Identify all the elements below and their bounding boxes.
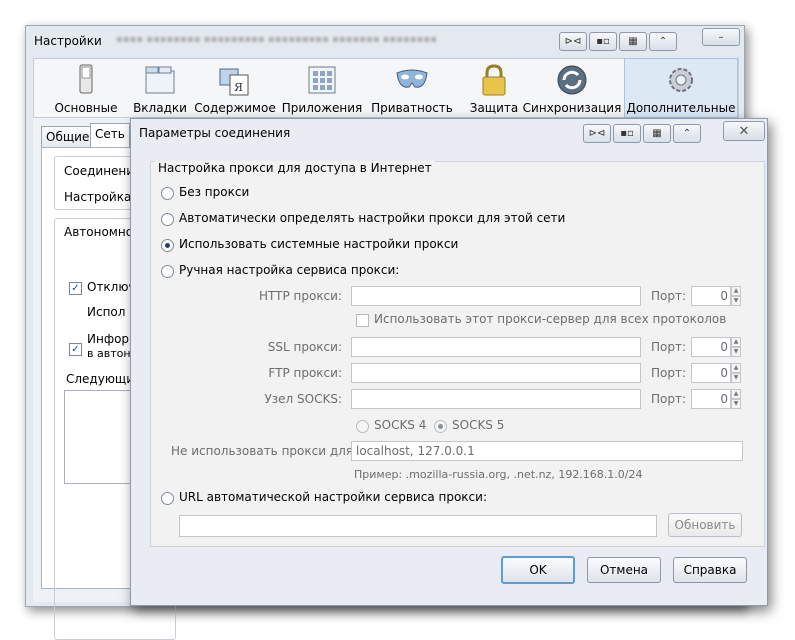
svg-text:Я: Я	[234, 81, 243, 94]
http-proxy-label: HTTP прокси:	[258, 289, 342, 303]
all-protocols-checkbox[interactable]	[356, 314, 369, 327]
color-icon[interactable]: ▦	[643, 124, 671, 143]
toolbar-item-general[interactable]: Основные	[46, 59, 126, 117]
pin-icon[interactable]: ⊳⊲	[559, 32, 587, 51]
dialog-title: Параметры соединения	[139, 126, 291, 140]
socks-port-input[interactable]: 0	[691, 389, 731, 409]
system-proxy-label[interactable]: Использовать системные настройки прокси	[179, 237, 458, 251]
ftp-port-stepper[interactable]: ▲ ▼	[731, 363, 741, 383]
toolbar-item-tabs[interactable]: Вкладки	[128, 59, 192, 117]
manual-proxy-label[interactable]: Ручная настройка сервиса прокси:	[179, 263, 399, 277]
collapse-icon[interactable]: ⌃	[649, 32, 677, 51]
system-proxy-radio[interactable]	[161, 239, 174, 252]
tab-network[interactable]: Сеть	[90, 123, 130, 148]
preferences-toolbar: Основные Вкладки Я Содержимое Приложения	[33, 58, 739, 118]
socks4-radio[interactable]	[356, 420, 369, 433]
toolbar-label: Вкладки	[133, 101, 187, 115]
dialog-panel: Настройка прокси для доступа в Интернет …	[150, 161, 765, 547]
toolbar-label: Приватность	[371, 101, 453, 115]
ssl-port-label: Порт:	[651, 340, 687, 354]
radio-selected-dot	[438, 424, 443, 429]
toolbar-item-sync[interactable]: Синхронизация	[522, 59, 622, 117]
socks-port-stepper[interactable]: ▲ ▼	[731, 389, 741, 409]
tabs-icon	[143, 63, 177, 97]
http-port-label: Порт:	[651, 289, 687, 303]
socks4-label: SOCKS 4	[374, 418, 427, 432]
toolbar-label: Приложения	[281, 101, 363, 115]
radio-selected-dot	[165, 243, 170, 248]
mask-icon	[395, 63, 429, 97]
auto-detect-label[interactable]: Автоматически определять настройки прокс…	[179, 211, 565, 225]
no-proxy-radio[interactable]	[161, 187, 174, 200]
socks-host-input[interactable]	[351, 389, 641, 409]
manual-proxy-radio[interactable]	[161, 265, 174, 278]
padlock-icon	[477, 63, 511, 97]
close-icon[interactable]: –	[702, 28, 740, 46]
toolbar-item-applications[interactable]: Приложения	[282, 59, 362, 117]
toolbar-label: Содержимое	[194, 101, 276, 115]
toolbar-label: Синхронизация	[522, 101, 622, 115]
applications-icon	[305, 63, 339, 97]
toolbar-item-content[interactable]: Я Содержимое	[194, 59, 276, 117]
dialog-close-icon[interactable]: ✕	[723, 121, 765, 141]
window-layout-icon[interactable]: ▪▫	[589, 32, 617, 51]
auto-url-radio[interactable]	[161, 492, 174, 505]
socks-port-label: Порт:	[651, 392, 687, 406]
dialog-caption-buttons: ⊳⊲ ▪▫ ▦ ⌃	[583, 124, 701, 143]
ok-button[interactable]: OK	[501, 556, 575, 584]
proxy-settings-group: Настройка прокси для доступа в Интернет …	[151, 161, 746, 542]
window-title: Настройки	[34, 34, 102, 48]
no-proxy-label[interactable]: Без прокси	[179, 185, 249, 199]
group-title: Настройка прокси для доступа в Интернет	[155, 161, 435, 175]
http-port-input[interactable]: 0	[691, 286, 731, 306]
inform-checkbox[interactable]: ✓	[69, 343, 82, 356]
ftp-port-label: Порт:	[651, 366, 687, 380]
http-proxy-input[interactable]	[351, 286, 641, 306]
ssl-port-input[interactable]: 0	[691, 337, 731, 357]
auto-url-label[interactable]: URL автоматической настройки сервиса про…	[179, 490, 487, 504]
ssl-port-stepper[interactable]: ▲ ▼	[731, 337, 741, 357]
socks-host-label: Узел SOCKS:	[264, 392, 342, 406]
ssl-proxy-label: SSL прокси:	[267, 340, 342, 354]
sync-icon	[555, 63, 589, 97]
socks5-label: SOCKS 5	[452, 418, 505, 432]
cancel-button[interactable]: Отмена	[587, 557, 661, 583]
example-text: Пример: .mozilla-russia.org, .net.nz, 19…	[354, 468, 643, 481]
disable-cache-checkbox[interactable]: ✓	[69, 282, 82, 295]
reload-button[interactable]: Обновить	[668, 513, 742, 537]
use-label: Испол	[87, 305, 126, 319]
offline-label: Автономно	[64, 225, 134, 239]
ftp-proxy-input[interactable]	[351, 363, 641, 383]
no-proxy-for-label: Не использовать прокси для:	[171, 444, 358, 458]
pin-icon[interactable]: ⊳⊲	[583, 124, 611, 143]
toolbar-label: Защита	[469, 101, 519, 115]
help-button[interactable]: Справка	[673, 557, 747, 583]
toolbar-item-privacy[interactable]: Приватность	[371, 59, 453, 117]
toolbar-item-security[interactable]: Защита	[464, 59, 524, 117]
window-layout-icon[interactable]: ▪▫	[613, 124, 641, 143]
no-proxy-for-input[interactable]: localhost, 127.0.0.1	[351, 441, 743, 461]
content-icon: Я	[218, 63, 252, 97]
all-protocols-label: Использовать этот прокси-сервер для всех…	[374, 312, 727, 326]
ftp-port-input[interactable]: 0	[691, 363, 731, 383]
http-port-stepper[interactable]: ▲ ▼	[731, 286, 741, 306]
socks5-radio[interactable]	[434, 420, 447, 433]
toolbar-item-advanced[interactable]: Дополнительные	[624, 58, 738, 118]
color-icon[interactable]: ▦	[619, 32, 647, 51]
auto-detect-radio[interactable]	[161, 213, 174, 226]
ftp-proxy-label: FTP прокси:	[268, 366, 342, 380]
toolbar-label: Дополнительные	[626, 101, 736, 115]
ssl-proxy-input[interactable]	[351, 337, 641, 357]
disable-cache-label: Отключ	[87, 280, 136, 294]
toolbar-label: Основные	[54, 101, 118, 115]
auto-url-input[interactable]	[179, 515, 657, 537]
blurred-background-text: ▪▪▪▪ ▪▪▪▪▪▪▪▪ ▪▪▪▪▪▪▪▪▪ ▪▪▪▪▪▪▪▪▪ ▪▪▪▪▪▪…	[116, 34, 437, 45]
switch-icon	[69, 63, 103, 97]
gear-icon	[664, 63, 698, 97]
collapse-icon[interactable]: ⌃	[673, 124, 701, 143]
caption-buttons: ⊳⊲ ▪▫ ▦ ⌃	[559, 32, 677, 51]
tab-general[interactable]: Общие	[41, 126, 95, 147]
connection-settings-dialog: Параметры соединения ⊳⊲ ▪▫ ▦ ⌃ ✕ Настрой…	[130, 118, 768, 606]
